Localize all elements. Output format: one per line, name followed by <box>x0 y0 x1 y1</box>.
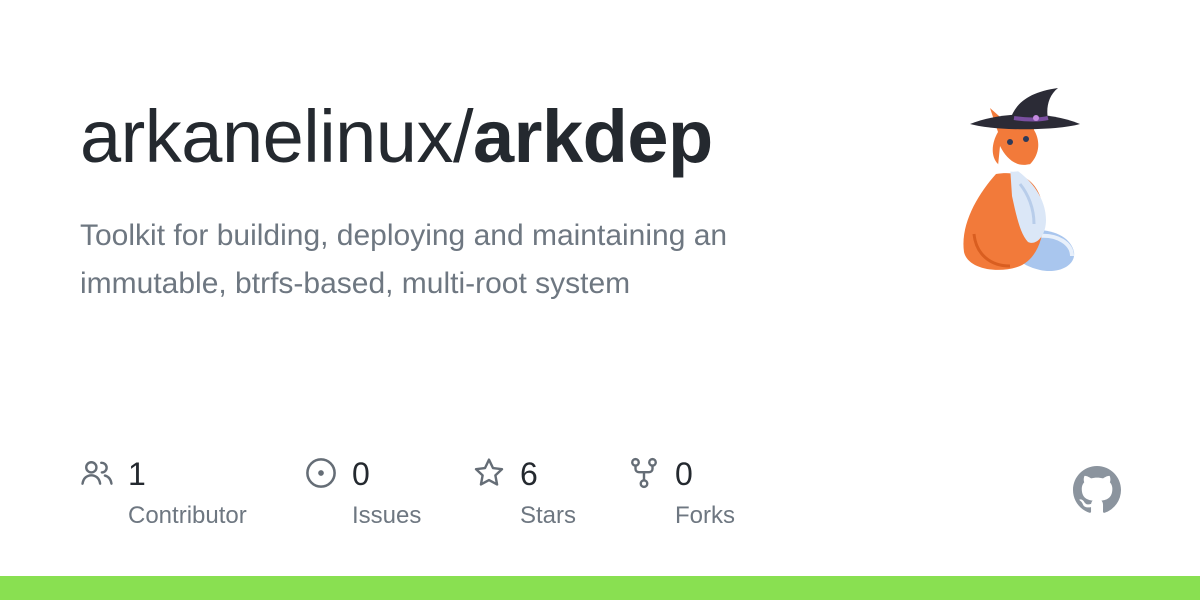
stars-label: Stars <box>520 502 577 529</box>
github-mark-icon[interactable] <box>1073 466 1121 514</box>
forks-label: Forks <box>675 502 735 529</box>
repo-owner[interactable]: arkanelinux/ <box>80 95 474 178</box>
star-icon <box>474 458 504 486</box>
stars-count: 6 <box>520 456 538 492</box>
repo-social-card: arkanelinux/arkdep Toolkit for building,… <box>0 0 1200 600</box>
forks-count: 0 <box>675 456 693 492</box>
contributors-label: Contributor <box>128 502 247 529</box>
contributors-count: 1 <box>128 456 146 492</box>
repo-description: Toolkit for building, deploying and main… <box>80 219 728 300</box>
issues-count: 0 <box>352 456 370 492</box>
language-color-bar <box>0 576 1200 600</box>
stat-contributors[interactable]: 1 Contributor <box>80 452 290 542</box>
stat-stars[interactable]: 6 Stars <box>472 452 612 542</box>
stat-forks[interactable]: 0 Forks <box>627 452 767 542</box>
fox-witch-hat-icon <box>963 88 1080 272</box>
people-icon <box>81 461 113 485</box>
repo-title[interactable]: arkanelinux/arkdep <box>80 92 713 182</box>
repo-name[interactable]: arkdep <box>473 95 713 178</box>
issues-label: Issues <box>352 502 422 529</box>
stat-issues[interactable]: 0 Issues <box>304 452 464 542</box>
repo-forked-icon <box>631 457 657 489</box>
issue-opened-icon <box>306 458 336 488</box>
